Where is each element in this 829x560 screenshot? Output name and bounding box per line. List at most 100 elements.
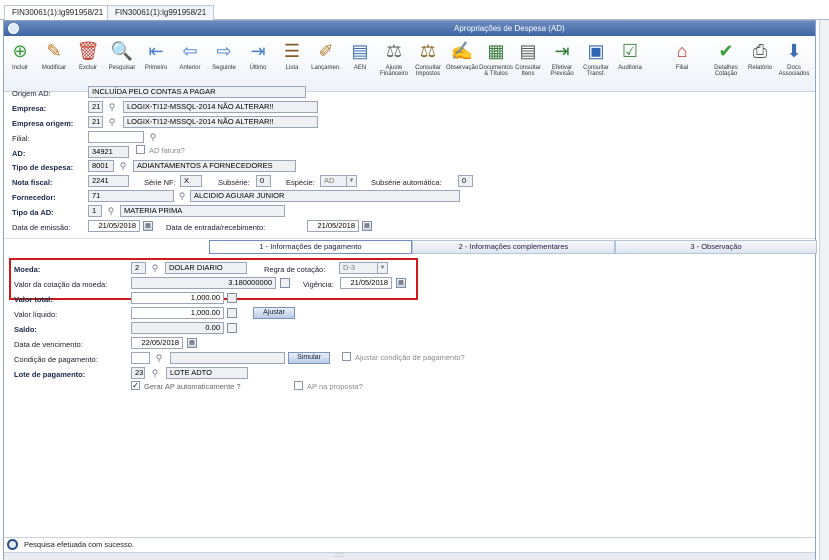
subserie-field[interactable]: 0 (256, 175, 271, 187)
empresa-origem-code-field[interactable]: 21 (88, 116, 103, 128)
toolbar-button-13[interactable]: ✍ Observação (444, 39, 480, 71)
toolbar-button-4[interactable]: ⇤ Primeiro (138, 39, 174, 71)
toolbar-button-label: Lista (285, 65, 299, 71)
horizontal-scrollbar[interactable]: :::::: (4, 552, 815, 560)
data-entrada-field[interactable]: 21/05/2018 (307, 220, 359, 232)
filial-label: Filial: (12, 134, 30, 143)
toolbar-button-label: Seguinte (212, 65, 236, 71)
aen-icon: ▤ (351, 41, 369, 61)
simular-button[interactable]: Simular (288, 352, 330, 364)
lote-lookup-icon[interactable]: ⚲ (150, 368, 160, 378)
toolbar-button-12[interactable]: ⚖ Consultar Impostos (410, 39, 446, 77)
gerar-ap-checkbox[interactable]: ✓ (131, 381, 140, 390)
valor-total-field[interactable]: 1,000.00 (131, 292, 224, 304)
empresa-code-field[interactable]: 21 (88, 101, 103, 113)
vertical-scrollbar[interactable] (819, 20, 829, 560)
ad-field[interactable]: 34921 (88, 146, 129, 158)
data-vencimento-calendar-icon[interactable]: ▦ (187, 338, 197, 348)
toolbar-button-19[interactable]: ⌂ Filial (664, 39, 700, 71)
ad-fatura-label: AD fatura? (149, 146, 185, 155)
toolbar-button-label: Pesquisar (108, 65, 136, 71)
toolbar-button-22[interactable]: ⬇ Docs Associados (776, 39, 812, 77)
toolbar-button-21[interactable]: ⎙ Relatório (742, 39, 778, 71)
toolbar-button-2[interactable]: 🗑 Excluir (70, 39, 106, 71)
valor-total-calc-icon[interactable] (227, 293, 237, 303)
toolbar-button-label: AEN (353, 65, 367, 71)
data-vencimento-field[interactable]: 22/05/2018 (131, 337, 183, 349)
toolbar-button-label-line2: Transf. (586, 71, 606, 77)
app-logo-icon (8, 23, 19, 34)
data-emissao-calendar-icon[interactable]: ▦ (143, 221, 153, 231)
fornecedor-name-field: ALCIDIO AGUIAR JUNIOR (190, 190, 460, 202)
toolbar-button-10[interactable]: ▤ AEN (342, 39, 378, 71)
window-tab-1[interactable]: FIN30061(1):lg991958/21 (4, 5, 112, 20)
toolbar-button-5[interactable]: ⇦ Anterior (172, 39, 208, 71)
toolbar-button-label: Auditoria (618, 65, 642, 71)
serie-nf-field[interactable]: X (180, 175, 202, 187)
tab-observacao[interactable]: 3 - Observação (615, 240, 817, 254)
tipo-ad-lookup-icon[interactable]: ⚲ (106, 206, 116, 216)
tab-informacoes-complementares[interactable]: 2 - Informações complementares (412, 240, 615, 254)
ad-fatura-checkbox[interactable] (136, 145, 145, 154)
transfer-icon: ▣ (587, 41, 605, 61)
data-entrada-calendar-icon[interactable]: ▦ (362, 221, 372, 231)
especie-select[interactable]: AD ▼ (320, 175, 357, 187)
toolbar-button-label-line2: Previsão (550, 71, 574, 77)
status-icon (7, 539, 18, 550)
toolbar-button-14[interactable]: ▦ Documentos & Títulos (478, 39, 514, 77)
condicao-pagamento-code-field[interactable] (131, 352, 150, 364)
tipo-ad-code-field[interactable]: 1 (88, 205, 102, 217)
data-emissao-field[interactable]: 21/05/2018 (88, 220, 140, 232)
toolbar-button-6[interactable]: ⇨ Seguinte (206, 39, 242, 71)
toolbar-button-8[interactable]: ☰ Lista (274, 39, 310, 71)
data-emissao-label: Data de emissão: (12, 223, 71, 232)
next-icon: ⇨ (216, 41, 232, 61)
lote-pagamento-label: Lote de pagamento: (14, 370, 86, 379)
subserie-auto-field[interactable]: 0 (458, 175, 473, 187)
empresa-name-field: LOGIX-TI12-MSSQL-2014 NÃO ALTERAR!! (123, 101, 318, 113)
toolbar-button-0[interactable]: ⊕ Incluir (2, 39, 38, 71)
valor-liquido-calc-icon[interactable] (227, 308, 237, 318)
toolbar-button-7[interactable]: ⇥ Último (240, 39, 276, 71)
nota-fiscal-field[interactable]: 2241 (88, 175, 129, 187)
delete-icon: 🗑 (76, 41, 100, 61)
toolbar-button-label: Anterior (179, 65, 201, 71)
filial-field[interactable] (88, 131, 144, 143)
saldo-field[interactable]: 0.00 (131, 322, 224, 334)
scroll-thumb[interactable]: :::::: (319, 553, 359, 559)
toolbar-button-label: Primeiro (144, 65, 168, 71)
fornecedor-code-field[interactable]: 71 (88, 190, 174, 202)
window-tab-2[interactable]: FIN30061(1):lg991958/21 (107, 5, 215, 20)
serie-nf-label: Série NF: (144, 178, 176, 187)
valor-liquido-field[interactable]: 1,000.00 (131, 307, 224, 319)
fornecedor-lookup-icon[interactable]: ⚲ (177, 191, 187, 201)
toolbar-button-17[interactable]: ▣ Consultar Transf. (578, 39, 614, 77)
ap-proposta-checkbox[interactable] (294, 381, 303, 390)
items-icon: ▤ (519, 41, 537, 61)
lote-pagamento-code-field[interactable]: 23 (131, 367, 145, 379)
toolbar-button-label-line2: Impostos (415, 71, 441, 77)
toolbar-button-9[interactable]: ✐ Lançamen. (308, 39, 344, 71)
ajustar-button[interactable]: Ajustar (253, 307, 295, 319)
condicao-lookup-icon[interactable]: ⚲ (154, 353, 164, 363)
empresa-origem-lookup-icon[interactable]: ⚲ (107, 117, 117, 127)
toolbar-button-1[interactable]: ✎ Modificar (36, 39, 72, 71)
tab-informacoes-pagamento[interactable]: 1 - Informações de pagamento (209, 240, 412, 254)
filial-lookup-icon[interactable]: ⚲ (148, 132, 158, 142)
tipo-despesa-code-field[interactable]: 8001 (88, 160, 114, 172)
gerar-ap-label: Gerar AP automaticamente ? (144, 382, 241, 391)
toolbar-button-15[interactable]: ▤ Consultar Itens (510, 39, 546, 77)
empresa-lookup-icon[interactable]: ⚲ (107, 102, 117, 112)
especie-value: AD (324, 176, 335, 185)
toolbar-button-3[interactable]: 🔍 Pesquisar (104, 39, 140, 71)
toolbar-button-20[interactable]: ✔ Detalhes Cotação (708, 39, 744, 77)
tipo-despesa-lookup-icon[interactable]: ⚲ (118, 161, 128, 171)
ajustar-condicao-checkbox[interactable] (342, 352, 351, 361)
branch-icon: ⌂ (676, 41, 688, 61)
toolbar-button-11[interactable]: ⚖ Ajuste Financeiro (376, 39, 412, 77)
ad-label: AD: (12, 149, 26, 158)
toolbar-button-16[interactable]: ⇥ Efetivar Previsão (544, 39, 580, 77)
status-message: Pesquisa efetuada com sucesso. (24, 540, 135, 549)
toolbar-button-18[interactable]: ☑ Auditoria (612, 39, 648, 71)
saldo-calc-icon[interactable] (227, 323, 237, 333)
